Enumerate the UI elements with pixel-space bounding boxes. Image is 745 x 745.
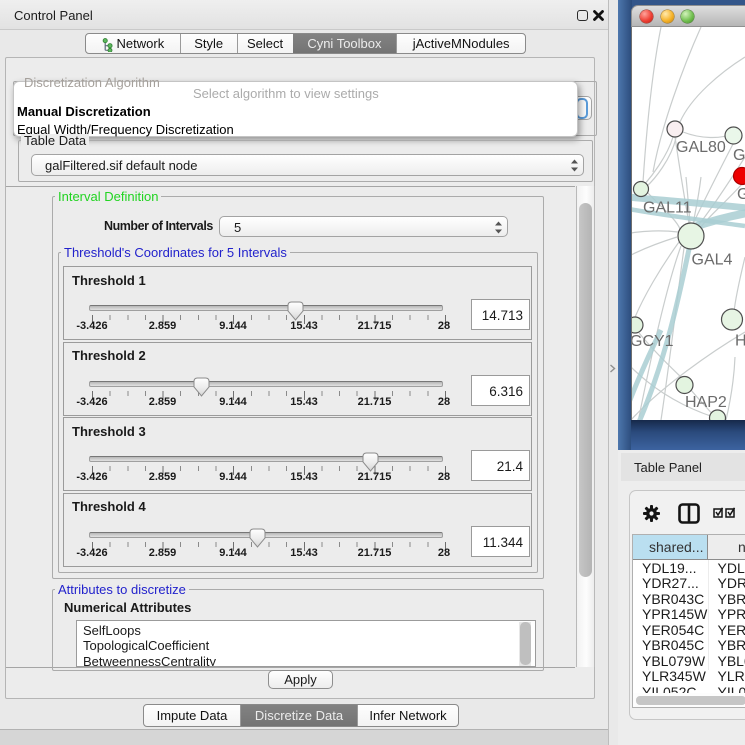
- svg-text:GCY1: GCY1: [631, 333, 674, 350]
- svg-text:GAL4: GAL4: [692, 252, 733, 269]
- svg-text:HAP2: HAP2: [685, 394, 727, 411]
- svg-text:GAL11: GAL11: [643, 200, 692, 217]
- svg-text:GAL80: GAL80: [676, 139, 726, 156]
- svg-text:G: G: [737, 186, 745, 203]
- svg-text:H: H: [735, 333, 745, 350]
- svg-text:G.: G.: [733, 147, 745, 164]
